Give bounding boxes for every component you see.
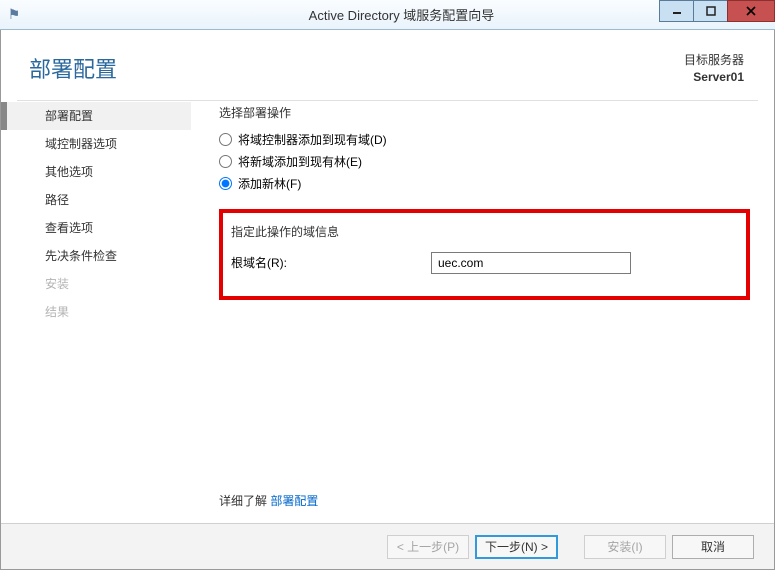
sidebar-item-additional[interactable]: 其他选项 (1, 158, 191, 186)
sidebar-item-dc-options[interactable]: 域控制器选项 (1, 130, 191, 158)
sidebar-item-paths[interactable]: 路径 (1, 186, 191, 214)
root-domain-input[interactable] (431, 252, 631, 274)
sidebar-label: 路径 (45, 191, 69, 208)
radio-label: 添加新林(F) (238, 175, 301, 192)
domain-info-label: 指定此操作的域信息 (231, 223, 732, 240)
root-domain-row: 根域名(R): (231, 252, 732, 274)
body: 部署配置 域控制器选项 其他选项 路径 查看选项 先决条件检查 安装 结果 选择… (1, 94, 774, 326)
radio-add-new-forest[interactable]: 添加新林(F) (219, 173, 750, 195)
radio-add-domain-existing-forest[interactable]: 将新域添加到现有林(E) (219, 151, 750, 173)
sidebar-label: 其他选项 (45, 163, 93, 180)
sidebar-item-deploy-config[interactable]: 部署配置 (1, 102, 191, 130)
next-button[interactable]: 下一步(N) > (475, 535, 558, 559)
sidebar-item-review[interactable]: 查看选项 (1, 214, 191, 242)
root-domain-label: 根域名(R): (231, 254, 431, 271)
window-controls (660, 0, 775, 22)
target-server-label: 目标服务器 (684, 52, 744, 69)
sidebar: 部署配置 域控制器选项 其他选项 路径 查看选项 先决条件检查 安装 结果 (1, 98, 191, 326)
select-operation-label: 选择部署操作 (219, 104, 750, 121)
radio-label: 将新域添加到现有林(E) (238, 153, 362, 170)
maximize-button[interactable] (693, 0, 728, 22)
highlight-box: 指定此操作的域信息 根域名(R): (219, 209, 750, 300)
prev-button: < 上一步(P) (387, 535, 469, 559)
radio-input[interactable] (219, 155, 232, 168)
cancel-button[interactable]: 取消 (672, 535, 754, 559)
sidebar-label: 结果 (45, 303, 69, 320)
target-server-name: Server01 (684, 69, 744, 86)
sidebar-label: 先决条件检查 (45, 247, 117, 264)
radio-input[interactable] (219, 177, 232, 190)
target-server-block: 目标服务器 Server01 (684, 52, 744, 86)
btn-label: 安装(I) (607, 538, 642, 555)
more-info-prefix: 详细了解 (219, 494, 267, 508)
more-info-area: 详细了解 部署配置 (219, 492, 318, 509)
titlebar: ⚑ Active Directory 域服务配置向导 (0, 0, 775, 30)
more-info-link[interactable]: 部署配置 (270, 494, 318, 508)
main-panel: 选择部署操作 将域控制器添加到现有域(D) 将新域添加到现有林(E) 添加新林(… (191, 98, 774, 326)
page-title: 部署配置 (29, 52, 117, 84)
close-button[interactable] (727, 0, 775, 22)
app-icon: ⚑ (0, 6, 28, 23)
btn-label: 下一步(N) > (485, 538, 548, 555)
radio-label: 将域控制器添加到现有域(D) (238, 131, 387, 148)
install-button: 安装(I) (584, 535, 666, 559)
btn-label: < 上一步(P) (397, 538, 459, 555)
sidebar-label: 部署配置 (45, 107, 93, 124)
footer: < 上一步(P) 下一步(N) > 安装(I) 取消 (1, 523, 774, 569)
minimize-button[interactable] (659, 0, 694, 22)
sidebar-item-install: 安装 (1, 270, 191, 298)
client-area: 部署配置 目标服务器 Server01 部署配置 域控制器选项 其他选项 路径 … (0, 30, 775, 570)
header: 部署配置 目标服务器 Server01 (1, 30, 774, 94)
sidebar-item-prereq[interactable]: 先决条件检查 (1, 242, 191, 270)
sidebar-item-results: 结果 (1, 298, 191, 326)
sidebar-label: 查看选项 (45, 219, 93, 236)
radio-input[interactable] (219, 133, 232, 146)
sidebar-label: 安装 (45, 275, 69, 292)
btn-label: 取消 (701, 538, 725, 555)
radio-add-dc-existing-domain[interactable]: 将域控制器添加到现有域(D) (219, 129, 750, 151)
sidebar-label: 域控制器选项 (45, 135, 117, 152)
